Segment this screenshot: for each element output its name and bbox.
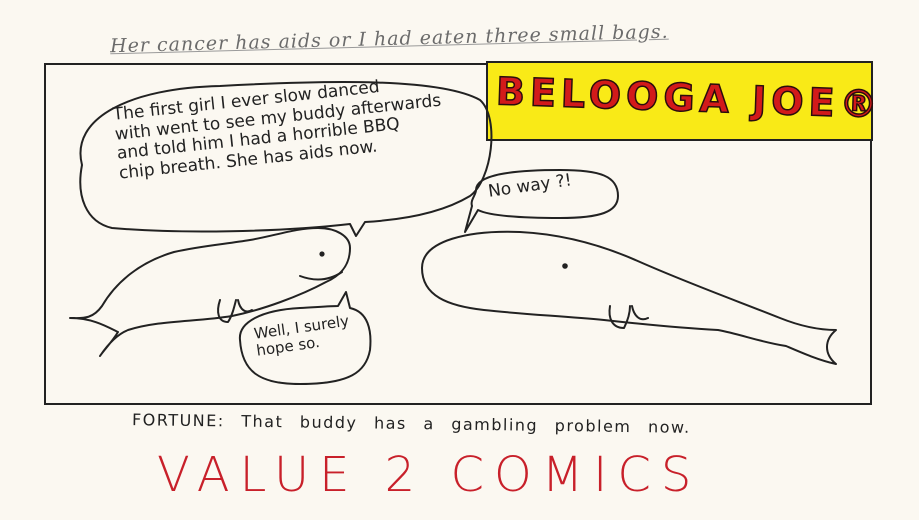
comic-page: Her cancer has aids or I had eaten three… bbox=[0, 0, 919, 520]
whale-right bbox=[421, 230, 837, 365]
footer-title: VALUE 2 COMICS bbox=[157, 447, 702, 503]
